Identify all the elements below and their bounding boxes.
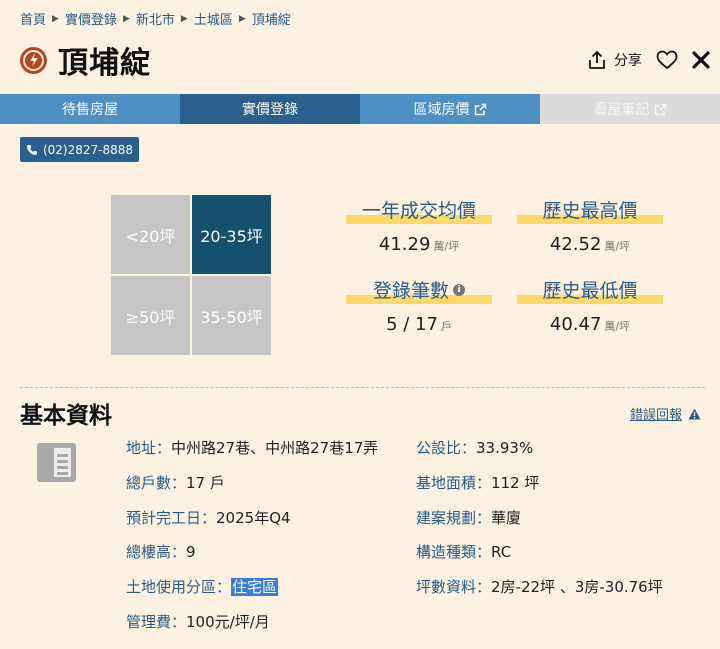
stat-count-unit: 戶 (440, 320, 452, 333)
field-households: 總戶數：17 戶 (126, 474, 225, 492)
brand-logo-icon (20, 46, 47, 74)
stat-min-value: 40.47 (549, 314, 602, 335)
chevron-right-icon: ▶ (122, 13, 130, 24)
stat-max-value: 42.52 (549, 234, 602, 255)
page-title: 頂埔綻 (58, 46, 151, 81)
warning-icon (688, 408, 701, 419)
stat-max-label: 歷史最高價 (542, 200, 638, 222)
stat-count-label: 登錄筆數 (372, 280, 449, 302)
stat-avg-price: 一年成交均價 41.29 萬/坪 (346, 196, 492, 255)
field-public-ratio: 公設比：33.93% (416, 439, 534, 457)
chevron-right-icon: ▶ (238, 13, 246, 24)
favorite-heart-icon[interactable] (656, 50, 678, 70)
stat-max-unit: 萬/坪 (604, 240, 631, 253)
title-row: 頂埔綻 分享 (20, 40, 710, 81)
size-filter-35-50[interactable]: 35-50坪 (192, 276, 271, 355)
stat-min-unit: 萬/坪 (604, 320, 631, 333)
error-report-label: 錯誤回報 (630, 408, 683, 423)
external-link-icon (474, 103, 486, 115)
field-structure: 構造種類：RC (416, 543, 512, 561)
breadcrumb-district[interactable]: 土城區 (194, 9, 233, 28)
error-report-link[interactable]: 錯誤回報 (630, 404, 701, 423)
field-building-plan: 建案規劃：華廈 (416, 509, 522, 527)
field-unit-layout: 坪數資料：2房-22坪 、3房-30.76坪 (416, 578, 663, 596)
external-link-icon (654, 103, 666, 115)
size-filter-50-plus[interactable]: ≥50坪 (111, 276, 190, 355)
section-divider (20, 387, 705, 388)
size-filter-under-20[interactable]: <20坪 (111, 195, 190, 274)
phone-button[interactable]: (02)2827-8888 (20, 137, 139, 162)
size-filter-20-35[interactable]: 20-35坪 (192, 195, 271, 274)
field-floors: 總樓高：9 (126, 543, 196, 561)
stat-min-label: 歷史最低價 (542, 280, 638, 302)
breadcrumb-actual-price[interactable]: 實價登錄 (65, 9, 117, 28)
stat-max-price: 歷史最高價 42.52 萬/坪 (517, 196, 663, 255)
tab-bar: 待售房屋 實價登錄 區域房價 看屋筆記 (0, 94, 720, 124)
info-icon[interactable]: i (453, 283, 465, 296)
breadcrumb: 首頁 ▶ 實價登錄 ▶ 新北市 ▶ 土城區 ▶ 頂埔綻 (20, 9, 291, 28)
field-zoning: 土地使用分區：住宅區 (126, 578, 279, 596)
breadcrumb-city[interactable]: 新北市 (136, 9, 175, 28)
field-completion: 預計完工日：2025年Q4 (126, 509, 291, 527)
stat-count-value: 5 / 17 (386, 314, 438, 335)
share-icon (589, 50, 605, 69)
breadcrumb-home[interactable]: 首頁 (20, 9, 46, 28)
document-icon (37, 443, 76, 482)
phone-number: (02)2827-8888 (42, 142, 134, 157)
phone-icon (26, 144, 37, 155)
chevron-right-icon: ▶ (180, 13, 188, 24)
breadcrumb-project[interactable]: 頂埔綻 (252, 9, 291, 28)
zoning-value-selected: 住宅區 (231, 578, 279, 596)
field-land-area: 基地面積：112 坪 (416, 474, 540, 492)
share-button[interactable]: 分享 (588, 50, 642, 70)
stat-min-price: 歷史最低價 40.47 萬/坪 (517, 276, 663, 335)
tab-viewing-notes: 看屋筆記 (540, 94, 720, 124)
stat-record-count: 登錄筆數 i 5 / 17 戶 (346, 276, 492, 335)
tab-area-price[interactable]: 區域房價 (360, 94, 540, 124)
tab-for-sale[interactable]: 待售房屋 (0, 94, 180, 124)
size-filter-grid: <20坪 20-35坪 ≥50坪 35-50坪 (111, 195, 271, 355)
close-icon[interactable] (692, 51, 710, 69)
field-address: 地址：中州路27巷、中州路27巷17弄 (126, 439, 379, 457)
stat-avg-value: 41.29 (378, 234, 431, 255)
stat-avg-label: 一年成交均價 (361, 200, 476, 222)
title-actions: 分享 (588, 50, 710, 70)
tab-actual-price[interactable]: 實價登錄 (180, 94, 360, 124)
chevron-right-icon: ▶ (52, 13, 59, 24)
field-management-fee: 管理費：100元/坪/月 (126, 613, 270, 631)
stat-avg-unit: 萬/坪 (433, 240, 460, 253)
share-label: 分享 (614, 53, 642, 69)
basic-info-title: 基本資料 (20, 403, 112, 429)
